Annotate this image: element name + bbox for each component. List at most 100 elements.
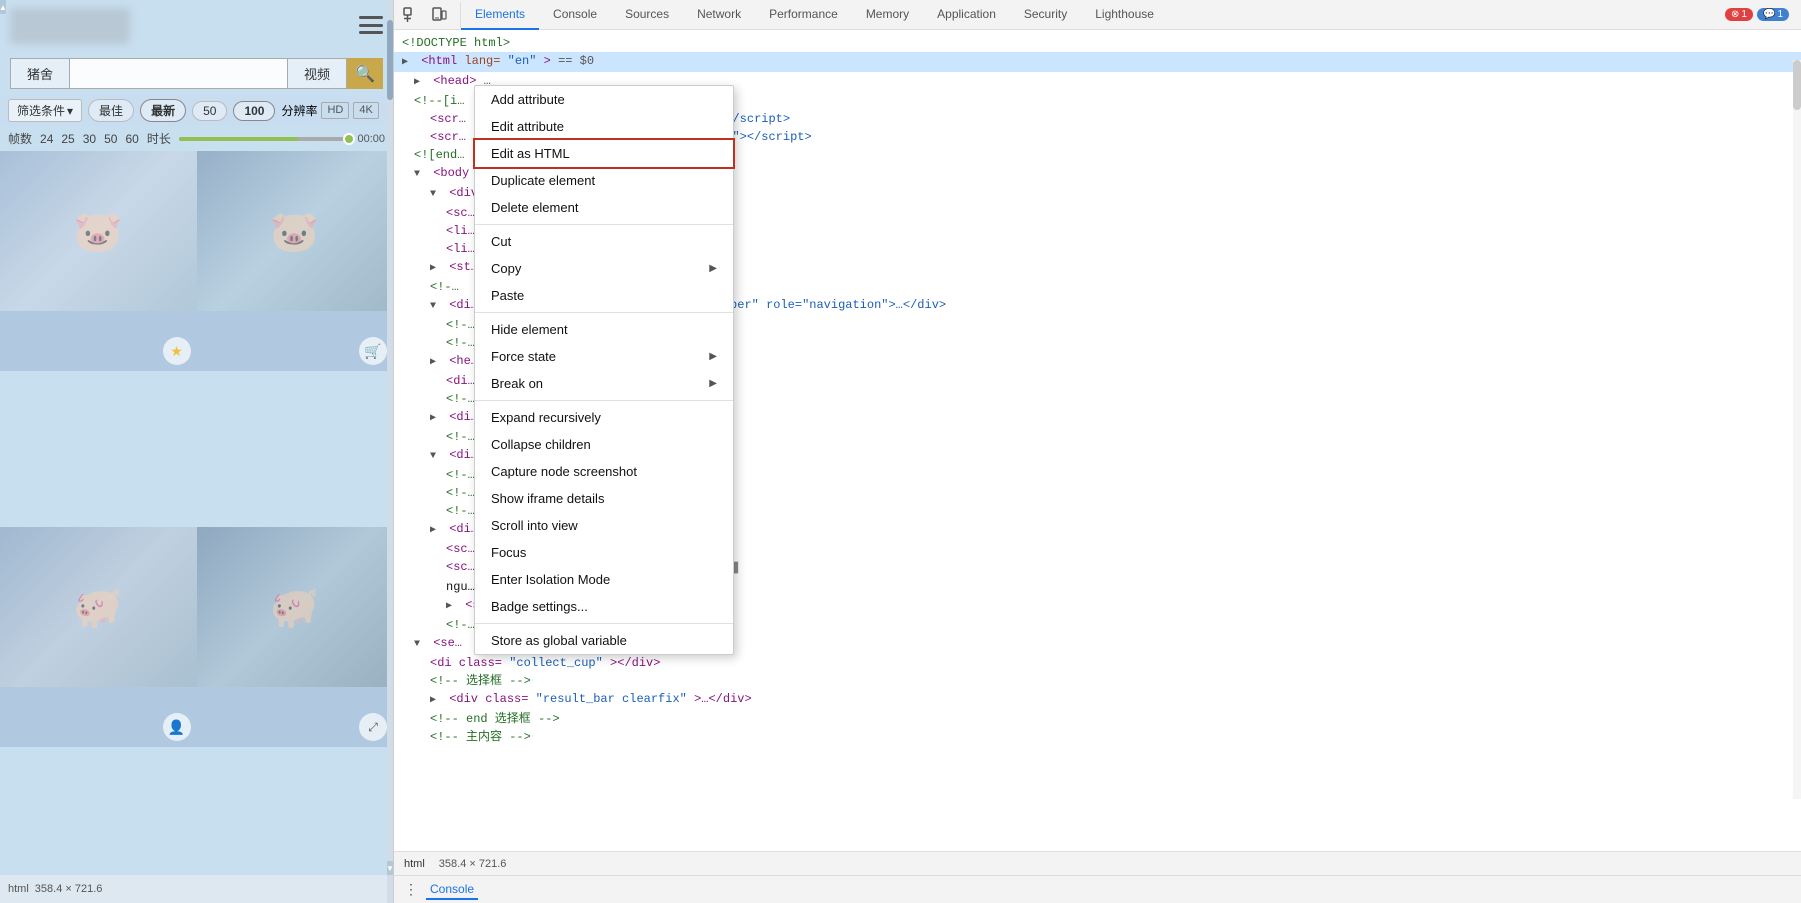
expand-button-4[interactable]: ⤢ bbox=[359, 713, 387, 741]
resolution-hd[interactable]: HD bbox=[321, 102, 349, 119]
triangle-header[interactable]: ▼ bbox=[430, 448, 442, 466]
search-input[interactable] bbox=[69, 58, 287, 89]
resolution-4k[interactable]: 4K bbox=[353, 102, 378, 119]
frame-count-50[interactable]: 50 bbox=[104, 132, 117, 146]
menu-delete-element[interactable]: Delete element bbox=[475, 194, 733, 221]
triangle-nav[interactable]: ▼ bbox=[430, 298, 442, 316]
tab-sources[interactable]: Sources bbox=[611, 0, 683, 30]
triangle-he[interactable]: ▶ bbox=[430, 354, 442, 372]
hamburger-menu[interactable] bbox=[359, 16, 383, 34]
video-card-4[interactable]: 🐖 ⤢ bbox=[197, 527, 394, 747]
tab-memory[interactable]: Memory bbox=[852, 0, 923, 30]
devtools-scrollbar-thumb[interactable] bbox=[1793, 60, 1801, 110]
search-tab-video[interactable]: 视频 bbox=[287, 58, 347, 89]
triangle-result[interactable]: ▶ bbox=[430, 692, 442, 710]
triangle-se[interactable]: ▼ bbox=[414, 636, 426, 654]
star-button-1[interactable]: ★ bbox=[163, 337, 191, 365]
doctype-text: <!DOCTYPE html> bbox=[402, 36, 510, 50]
html-crumb[interactable]: html bbox=[404, 858, 425, 870]
body-tag: <body bbox=[433, 166, 476, 180]
tab-lighthouse[interactable]: Lighthouse bbox=[1081, 0, 1168, 30]
scroll-arrow-up[interactable]: ▲ bbox=[0, 0, 6, 14]
scroll-arrow-down[interactable]: ▼ bbox=[387, 861, 393, 875]
menu-enter-isolation[interactable]: Enter Isolation Mode bbox=[475, 566, 733, 593]
search-tab-zhushe[interactable]: 猪舍 bbox=[10, 58, 69, 89]
tab-console[interactable]: Console bbox=[539, 0, 611, 30]
video-card-3[interactable]: 🐖 👤 bbox=[0, 527, 197, 747]
triangle-body[interactable]: ▼ bbox=[414, 166, 426, 184]
menu-hide-element[interactable]: Hide element bbox=[475, 316, 733, 343]
menu-collapse-children-label: Collapse children bbox=[491, 437, 591, 452]
filter-dropdown[interactable]: 筛选条件 ▾ bbox=[8, 99, 82, 122]
html-tag-close: > bbox=[544, 54, 551, 68]
menu-copy[interactable]: Copy ▶ bbox=[475, 255, 733, 282]
person-button-3[interactable]: 👤 bbox=[163, 713, 191, 741]
tab-network[interactable]: Network bbox=[683, 0, 755, 30]
message-count: 1 bbox=[1777, 9, 1783, 20]
menu-expand-recursively[interactable]: Expand recursively bbox=[475, 404, 733, 431]
devtools-scrollbar[interactable] bbox=[1793, 60, 1801, 799]
duration-slider[interactable] bbox=[179, 137, 350, 141]
video-card-2[interactable]: 🐷 🛒 bbox=[197, 151, 394, 371]
triangle-div2[interactable]: ▶ bbox=[430, 522, 442, 540]
sc3-tag: <sc… bbox=[446, 560, 475, 574]
filter-tag-newest[interactable]: 最新 bbox=[140, 99, 186, 122]
menu-show-iframe[interactable]: Show iframe details bbox=[475, 485, 733, 512]
frame-count-60[interactable]: 60 bbox=[125, 132, 138, 146]
triangle-head[interactable]: ▶ bbox=[414, 74, 426, 92]
triangle-icon[interactable]: ▶ bbox=[402, 54, 414, 72]
menu-capture-screenshot[interactable]: Capture node screenshot bbox=[475, 458, 733, 485]
menu-divider-3 bbox=[475, 400, 733, 401]
menu-focus[interactable]: Focus bbox=[475, 539, 733, 566]
cart-button-2[interactable]: 🛒 bbox=[359, 337, 387, 365]
tab-performance[interactable]: Performance bbox=[755, 0, 852, 30]
menu-force-state[interactable]: Force state ▶ bbox=[475, 343, 733, 370]
html-line-html[interactable]: ▶ <html lang= "en" > == $0 bbox=[394, 52, 1801, 72]
page-size: 358.4 × 721.6 bbox=[35, 883, 103, 895]
html-line-result-bar[interactable]: ▶ <div class= "result_bar clearfix" >…</… bbox=[394, 690, 1801, 710]
tab-elements[interactable]: Elements bbox=[461, 0, 539, 30]
menu-add-attribute[interactable]: Add attribute bbox=[475, 86, 733, 113]
menu-edit-attribute[interactable]: Edit attribute bbox=[475, 113, 733, 140]
video-grid: 🐷 ★ 🐷 🛒 🐖 👤 🐖 ⤢ bbox=[0, 151, 393, 903]
tab-security[interactable]: Security bbox=[1010, 0, 1081, 30]
element-picker-icon[interactable] bbox=[398, 2, 424, 28]
result-close: >…</div> bbox=[694, 692, 752, 706]
menu-paste[interactable]: Paste bbox=[475, 282, 733, 309]
video-card-1[interactable]: 🐷 ★ bbox=[0, 151, 197, 371]
html-line-comment-select-start: <!-- 选择框 --> bbox=[394, 672, 1801, 690]
frame-count-30[interactable]: 30 bbox=[83, 132, 96, 146]
site-header bbox=[0, 0, 393, 52]
triangle-div1[interactable]: ▼ bbox=[430, 186, 442, 204]
frame-count-25[interactable]: 25 bbox=[61, 132, 74, 146]
menu-focus-label: Focus bbox=[491, 545, 526, 560]
triangle-sc4[interactable]: ▶ bbox=[446, 598, 458, 616]
device-toolbar-icon[interactable] bbox=[426, 2, 452, 28]
menu-collapse-children[interactable]: Collapse children bbox=[475, 431, 733, 458]
triangle-st[interactable]: ▶ bbox=[430, 260, 442, 278]
frame-count-24[interactable]: 24 bbox=[40, 132, 53, 146]
menu-scroll-into-view[interactable]: Scroll into view bbox=[475, 512, 733, 539]
menu-store-global[interactable]: Store as global variable bbox=[475, 627, 733, 654]
console-kebab-icon[interactable]: ⋮ bbox=[404, 881, 418, 898]
left-scrollbar-thumb[interactable] bbox=[387, 20, 393, 100]
context-menu: Add attribute Edit attribute Edit as HTM… bbox=[474, 85, 734, 655]
filter-tag-best[interactable]: 最佳 bbox=[88, 99, 134, 122]
triangle-style[interactable]: ▶ bbox=[430, 410, 442, 428]
search-button[interactable]: 🔍 bbox=[347, 58, 383, 89]
se-tag: <se… bbox=[433, 636, 462, 650]
console-tab[interactable]: Console bbox=[426, 880, 478, 900]
head-tag: <head> bbox=[433, 74, 476, 88]
filter-tag-100[interactable]: 100 bbox=[233, 101, 275, 121]
tab-application[interactable]: Application bbox=[923, 0, 1010, 30]
menu-capture-screenshot-label: Capture node screenshot bbox=[491, 464, 637, 479]
left-panel: ▲ 猪舍 视频 🔍 筛选条件 ▾ 最佳 最新 50 100 分辨率 HD 4K … bbox=[0, 0, 393, 903]
menu-duplicate-element[interactable]: Duplicate element bbox=[475, 167, 733, 194]
menu-cut[interactable]: Cut bbox=[475, 228, 733, 255]
menu-break-on[interactable]: Break on ▶ bbox=[475, 370, 733, 397]
duration-label: 时长 bbox=[147, 130, 171, 147]
left-scrollbar[interactable] bbox=[387, 0, 393, 903]
menu-badge-settings[interactable]: Badge settings... bbox=[475, 593, 733, 620]
menu-edit-as-html[interactable]: Edit as HTML bbox=[475, 140, 733, 167]
filter-tag-50[interactable]: 50 bbox=[192, 101, 227, 121]
